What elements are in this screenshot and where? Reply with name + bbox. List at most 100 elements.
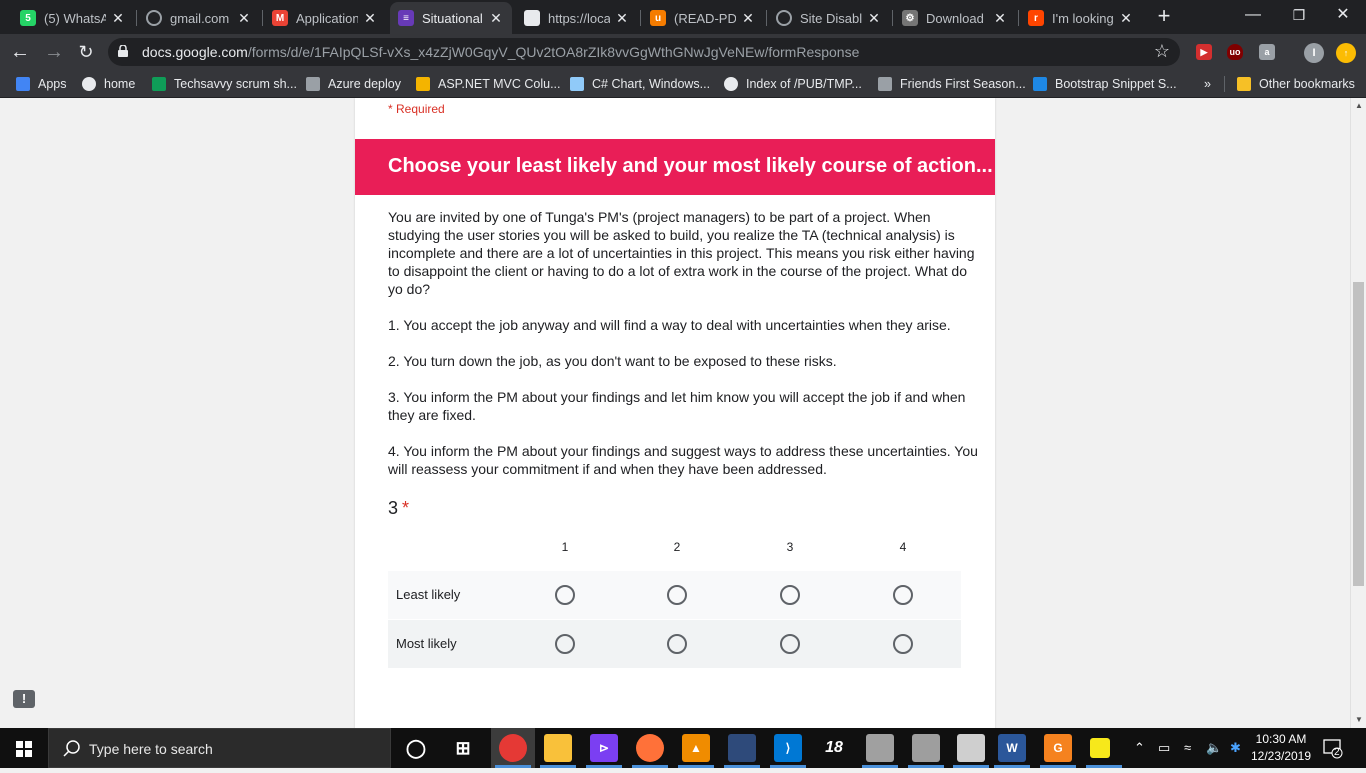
tab-close-icon[interactable]: ✕ <box>614 10 630 27</box>
taskbar-chrome-icon[interactable] <box>499 734 527 762</box>
bookmark-index-of-pub[interactable]: Index of /PUB/TMP... <box>724 75 862 93</box>
taskbar-pdf-app-icon[interactable]: G <box>1044 734 1072 762</box>
tab-close-icon[interactable]: ✕ <box>866 10 882 27</box>
tab-close-icon[interactable]: ✕ <box>992 10 1008 27</box>
bookmark-techsavvy-scrum[interactable]: Techsavvy scrum sh... <box>152 75 297 93</box>
tab-title: (5) WhatsApp <box>44 10 106 26</box>
bookmark-favicon-icon <box>152 77 166 91</box>
taskbar-unity-icon[interactable] <box>912 734 940 762</box>
taskbar-firefox-icon[interactable] <box>636 734 664 762</box>
taskbar-vscode-icon[interactable]: ⟩ <box>774 734 802 762</box>
tab-title: https://loca <box>548 10 610 26</box>
browser-tab-4[interactable]: ≡ Situational ✕ <box>390 2 512 34</box>
volume-icon[interactable]: 🔈 <box>1206 740 1222 756</box>
bookmark-other-bookmarks[interactable]: Other bookmarks <box>1237 75 1355 93</box>
taskbar-tool-icon[interactable] <box>957 734 985 762</box>
taskbar-app-18-icon[interactable]: 18 <box>820 734 848 762</box>
reload-button[interactable]: ↻ <box>74 40 98 64</box>
bookmarks-overflow-button[interactable]: » <box>1204 75 1211 93</box>
radio-most-likely-1[interactable] <box>555 634 575 654</box>
bookmark-home[interactable]: home <box>82 75 135 93</box>
radio-most-likely-2[interactable] <box>667 634 687 654</box>
radio-most-likely-3[interactable] <box>780 634 800 654</box>
radio-least-likely-4[interactable] <box>893 585 913 605</box>
bookmark-csharp-chart[interactable]: C# Chart, Windows... <box>570 75 710 93</box>
tab-separator <box>1018 10 1019 26</box>
browser-tab-5[interactable]: https://loca ✕ <box>516 4 638 32</box>
browser-tab-1[interactable]: 5 (5) WhatsApp✕ <box>12 4 134 32</box>
scrollbar-thumb[interactable] <box>1353 282 1364 586</box>
forward-button[interactable]: → <box>42 40 66 64</box>
tab-close-icon[interactable]: ✕ <box>362 10 378 27</box>
tab-close-icon[interactable]: ✕ <box>740 10 756 27</box>
taskbar-photos-icon[interactable] <box>728 734 756 762</box>
radio-most-likely-4[interactable] <box>893 634 913 654</box>
browser-tab-8[interactable]: ⚙ Download ✕ <box>894 4 1016 32</box>
tab-title: Situational <box>422 10 483 26</box>
battery-icon[interactable]: ▭ <box>1158 740 1170 756</box>
browser-tab-6[interactable]: u (READ-PDF✕ <box>642 4 764 32</box>
bookmark-favicon-icon <box>878 77 892 91</box>
bookmark-apps[interactable]: Apps <box>16 75 67 93</box>
section-header: Choose your least likely and your most l… <box>355 139 995 195</box>
tab-close-icon[interactable]: ✕ <box>236 10 252 27</box>
system-clock[interactable]: 10:30 AM 12/23/2019 <box>1246 731 1316 765</box>
scroll-down-arrow-icon[interactable]: ▼ <box>1351 712 1366 728</box>
taskbar-people-icon[interactable]: ⊞ <box>449 734 477 762</box>
extension-icon-red[interactable]: ▶ <box>1196 44 1212 60</box>
scenario-text: You are invited by one of Tunga's PM's (… <box>388 209 975 297</box>
address-bar[interactable]: docs.google.com/forms/d/e/1FAIpQLSf-vXs_… <box>108 38 1180 66</box>
back-button[interactable]: ← <box>8 40 32 64</box>
browser-tab-2[interactable]: gmail.com ✕ <box>138 4 260 32</box>
update-indicator-icon[interactable]: ↑ <box>1336 43 1356 63</box>
taskbar-postman-icon[interactable] <box>866 734 894 762</box>
notification-count: 2 <box>1334 747 1340 758</box>
radio-least-likely-3[interactable] <box>780 585 800 605</box>
taskbar-visual-studio-icon[interactable]: ⊳ <box>590 734 618 762</box>
tab-close-icon[interactable]: ✕ <box>1118 10 1134 27</box>
report-feedback-icon[interactable]: ! <box>13 690 35 708</box>
bookmark-friends-first-season[interactable]: Friends First Season... <box>878 75 1026 93</box>
tab-title: I'm looking <box>1052 10 1114 26</box>
ublock-icon[interactable]: uo <box>1227 44 1243 60</box>
new-tab-button[interactable]: + <box>1152 5 1176 29</box>
taskbar-sticky-notes-icon[interactable] <box>1090 738 1110 758</box>
browser-tab-3[interactable]: M Application ✕ <box>264 4 386 32</box>
tab-close-icon[interactable]: ✕ <box>488 10 504 27</box>
tab-close-icon[interactable]: ✕ <box>110 10 126 27</box>
column-header-4: 4 <box>899 540 907 554</box>
start-button[interactable] <box>0 728 48 768</box>
browser-tab-7[interactable]: Site Disable✕ <box>768 4 890 32</box>
restore-button[interactable]: ❐ <box>1276 4 1322 28</box>
extension-icon-gray[interactable]: a <box>1259 44 1275 60</box>
bookmark-aspnet-mvc[interactable]: ASP.NET MVC Colu... <box>416 75 561 93</box>
bookmark-label: Other bookmarks <box>1259 77 1355 91</box>
taskbar-task-view-icon[interactable]: ◯ <box>402 734 430 762</box>
search-icon <box>63 740 80 757</box>
bookmark-label: home <box>104 77 136 91</box>
bookmark-star-icon[interactable]: ☆ <box>1154 41 1170 62</box>
taskbar-file-explorer-icon[interactable] <box>544 734 572 762</box>
taskbar-vlc-icon[interactable]: ▲ <box>682 734 710 762</box>
wifi-icon[interactable]: ≈ <box>1184 740 1191 755</box>
bookmark-bootstrap-snippet[interactable]: Bootstrap Snippet S... <box>1033 75 1177 93</box>
page-scrollbar[interactable]: ▲ ▼ <box>1350 98 1366 728</box>
search-placeholder: Type here to search <box>89 741 213 757</box>
option-1-text: 1. You accept the job anyway and will fi… <box>388 317 951 333</box>
browser-tab-9[interactable]: r I'm looking ✕ <box>1020 4 1142 32</box>
section-title: Choose your least likely and your most l… <box>388 155 993 177</box>
taskbar-search-box[interactable]: Type here to search <box>48 728 391 768</box>
minimize-button[interactable]: — <box>1230 4 1276 28</box>
close-window-button[interactable]: ✕ <box>1320 4 1366 28</box>
required-asterisk: * <box>402 498 410 518</box>
radio-least-likely-2[interactable] <box>667 585 687 605</box>
bookmark-azure-deploy[interactable]: Azure deploy <box>306 75 401 93</box>
tab-title: (READ-PDF <box>674 10 736 26</box>
scroll-up-arrow-icon[interactable]: ▲ <box>1351 98 1366 114</box>
tray-chevron-icon[interactable]: ⌃ <box>1134 740 1145 756</box>
profile-avatar[interactable]: I <box>1304 43 1324 63</box>
radio-least-likely-1[interactable] <box>555 585 575 605</box>
bluetooth-icon[interactable]: ✱ <box>1230 740 1241 756</box>
taskbar-word-icon[interactable]: W <box>998 734 1026 762</box>
action-center-icon[interactable]: 2 <box>1322 737 1344 759</box>
